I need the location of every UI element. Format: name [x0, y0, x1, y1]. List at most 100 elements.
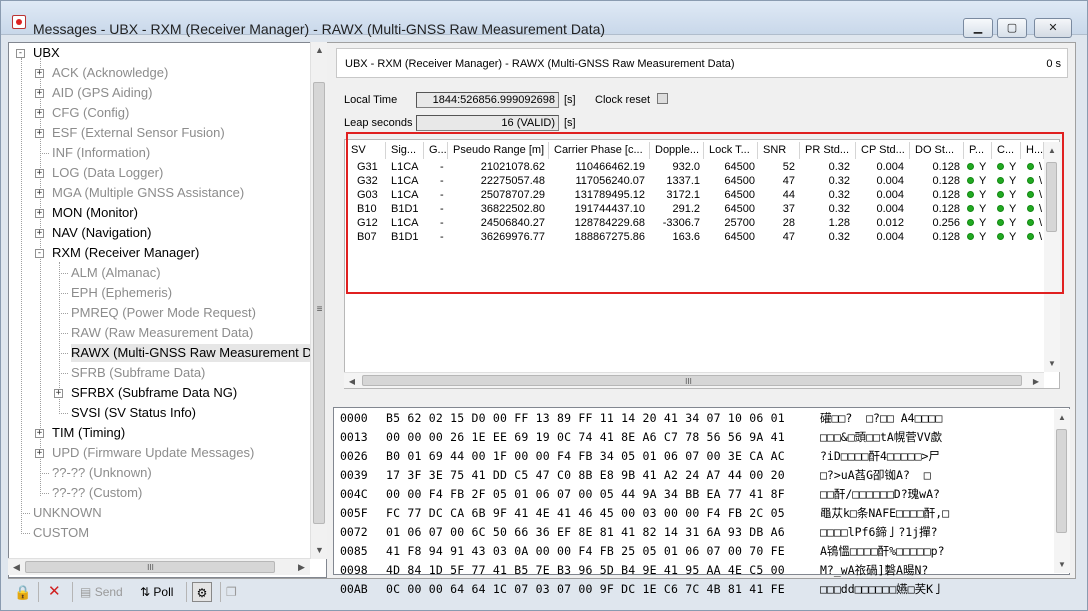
table-vertical-scrollbar[interactable]: ▲ ▼	[1044, 142, 1060, 372]
scroll-right-icon[interactable]: ▶	[293, 559, 310, 576]
poll-label: Poll	[153, 585, 174, 599]
column-header[interactable]: Lock T...	[704, 142, 758, 159]
column-header[interactable]: Carrier Phase [c...	[549, 142, 650, 159]
hex-vertical-scrollbar[interactable]: ▲ ▼	[1054, 409, 1070, 573]
tree-node-custom[interactable]: CUSTOM	[33, 524, 91, 542]
expand-icon[interactable]: +	[54, 389, 63, 398]
copy-icon[interactable]: ❐	[226, 582, 237, 602]
tree-node[interactable]: MGA (Multiple GNSS Assistance)	[52, 184, 246, 202]
scroll-down-icon[interactable]: ▼	[311, 542, 328, 559]
maximize-button[interactable]: ▢	[997, 18, 1027, 38]
column-header[interactable]: H...	[1021, 142, 1044, 159]
tree-node[interactable]: SVSI (SV Status Info)	[71, 404, 198, 422]
hex-scroll-up-icon[interactable]: ▲	[1054, 409, 1070, 426]
scroll-left-icon[interactable]: ◀	[8, 559, 25, 576]
expand-icon[interactable]: +	[35, 109, 44, 118]
tree-node[interactable]: RAW (Raw Measurement Data)	[71, 324, 255, 342]
table-scroll-thumb[interactable]	[1046, 162, 1057, 232]
tree-node[interactable]: AID (GPS Aiding)	[52, 84, 154, 102]
column-header[interactable]: SV	[346, 142, 386, 159]
hex-bytes: B5 62 02 15 D0 00 FF 13 89 FF 11 14 20 4…	[386, 411, 785, 425]
expand-icon[interactable]: +	[35, 189, 44, 198]
tree-node[interactable]: CFG (Config)	[52, 104, 131, 122]
column-header[interactable]: G...	[424, 142, 448, 159]
status-dot-icon	[1027, 177, 1034, 184]
poll-button[interactable]: ⇅ Poll	[140, 582, 173, 602]
expand-icon[interactable]: +	[35, 169, 44, 178]
column-header[interactable]: SNR	[758, 142, 800, 159]
column-header[interactable]: C...	[992, 142, 1021, 159]
tree-horizontal-scrollbar[interactable]: ◀ III ▶	[8, 558, 310, 575]
expand-icon[interactable]: +	[35, 449, 44, 458]
expand-icon[interactable]: +	[35, 209, 44, 218]
clear-icon[interactable]: ✕	[48, 582, 61, 602]
table-cell-sv: B10	[357, 203, 377, 215]
tree-node[interactable]: ACK (Acknowledge)	[52, 64, 170, 82]
table-scroll-up-icon[interactable]: ▲	[1044, 142, 1060, 159]
hex-scroll-thumb[interactable]	[1056, 429, 1067, 533]
tree-node[interactable]: RXM (Receiver Manager)	[52, 244, 201, 262]
status-dot-icon	[997, 219, 1004, 226]
table-cell-p: Y	[979, 161, 987, 173]
expand-icon[interactable]: +	[35, 89, 44, 98]
tree-node[interactable]: UPD (Firmware Update Messages)	[52, 444, 256, 462]
tree-node[interactable]: ALM (Almanac)	[71, 264, 163, 282]
send-button[interactable]: ▤ Send	[80, 582, 123, 602]
tree-node-unknown[interactable]: UNKNOWN	[33, 504, 104, 522]
tree-branch-line	[59, 273, 68, 274]
table-cell-sv: G32	[357, 175, 378, 187]
tree-branch-line	[40, 473, 49, 474]
tree-node[interactable]: SFRB (Subframe Data)	[71, 364, 207, 382]
minimize-button[interactable]: ▁	[963, 18, 993, 38]
title-bar[interactable]: Messages - UBX - RXM (Receiver Manager) …	[1, 1, 1087, 38]
column-header[interactable]: Pseudo Range [m]	[448, 142, 549, 159]
tree-node[interactable]: LOG (Data Logger)	[52, 164, 165, 182]
table-cell-sig: B1D1	[391, 203, 419, 215]
hex-scroll-down-icon[interactable]: ▼	[1054, 556, 1070, 573]
scroll-grip-icon: ≡	[316, 304, 323, 315]
tree-node[interactable]: ??-?? (Unknown)	[52, 464, 154, 482]
table-scroll-down-icon[interactable]: ▼	[1044, 355, 1060, 372]
tree-node[interactable]: PMREQ (Power Mode Request)	[71, 304, 258, 322]
tree-branch-line	[59, 333, 68, 334]
table-scroll-left-icon[interactable]: ◀	[344, 373, 360, 390]
status-dot-icon	[1027, 219, 1034, 226]
tree-node[interactable]: MON (Monitor)	[52, 204, 140, 222]
hex-addr: 0000	[340, 411, 368, 425]
tree-node[interactable]: NAV (Navigation)	[52, 224, 153, 242]
column-header[interactable]: PR Std...	[800, 142, 856, 159]
close-button[interactable]: ✕	[1034, 18, 1072, 38]
status-dot-icon	[967, 191, 974, 198]
tree-node[interactable]: ESF (External Sensor Fusion)	[52, 124, 227, 142]
tree-node[interactable]: ??-?? (Custom)	[52, 484, 144, 502]
tree-node-ubx[interactable]: UBX	[33, 44, 62, 62]
autopoll-toggle-icon[interactable]: ⚙	[192, 582, 212, 602]
clock-reset-checkbox[interactable]	[657, 93, 668, 104]
collapse-icon[interactable]: -	[16, 49, 25, 58]
tree-node[interactable]: EPH (Ephemeris)	[71, 284, 174, 302]
hex-addr: 0098	[340, 563, 368, 577]
expand-icon[interactable]: +	[35, 229, 44, 238]
tree-node[interactable]: INF (Information)	[52, 144, 152, 162]
tree-node[interactable]: TIM (Timing)	[52, 424, 127, 442]
table-cell-h: \	[1039, 161, 1043, 173]
expand-icon[interactable]: +	[35, 129, 44, 138]
column-header[interactable]: P...	[964, 142, 992, 159]
column-header[interactable]: DO St...	[910, 142, 964, 159]
scroll-up-icon[interactable]: ▲	[311, 42, 328, 59]
table-cell-c: Y	[1009, 231, 1017, 243]
tree-node[interactable]: SFRBX (Subframe Data NG)	[71, 384, 239, 402]
column-header[interactable]: CP Std...	[856, 142, 910, 159]
table-scroll-right-icon[interactable]: ▶	[1028, 373, 1044, 390]
collapse-icon[interactable]: -	[35, 249, 44, 258]
tree-node[interactable]: RAWX (Multi-GNSS Raw Measurement Da	[71, 344, 322, 362]
column-header[interactable]: Sig...	[386, 142, 424, 159]
table-horizontal-scrollbar[interactable]: ◀ III ▶	[344, 372, 1044, 388]
expand-icon[interactable]: +	[35, 429, 44, 438]
expand-icon[interactable]: +	[35, 69, 44, 78]
table-cell-sig: B1D1	[391, 231, 419, 243]
lock-icon[interactable]: 🔒	[14, 582, 31, 602]
tree-vertical-scrollbar[interactable]: ▲ ≡ ▼	[310, 42, 327, 559]
tree-branch-line	[21, 533, 30, 534]
column-header[interactable]: Dopple...	[650, 142, 704, 159]
